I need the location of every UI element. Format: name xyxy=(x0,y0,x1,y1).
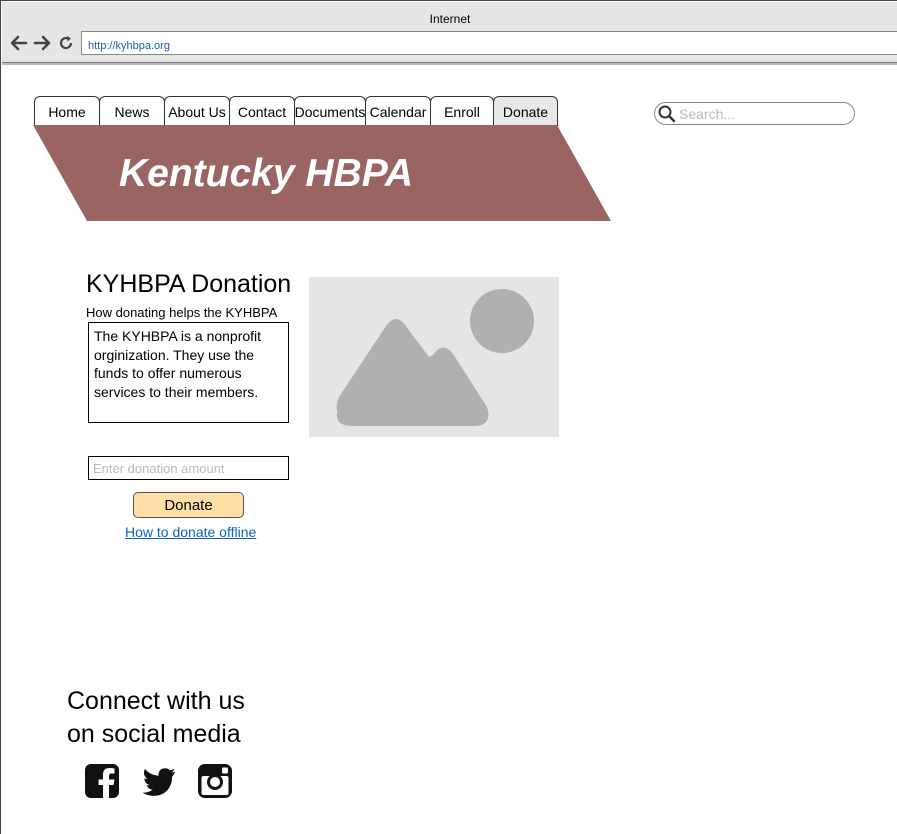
tab-label: Calendar xyxy=(369,103,427,120)
url-text: http://kyhbpa.org xyxy=(88,40,170,52)
social-heading: Connect with us on social media xyxy=(67,685,245,751)
social-heading-line1: Connect with us xyxy=(67,687,245,715)
tab-label: Home xyxy=(48,103,86,120)
tab-news[interactable]: News xyxy=(99,96,165,126)
tab-about-us[interactable]: About Us xyxy=(164,96,230,126)
browser-title: Internet xyxy=(429,12,471,26)
tab-home[interactable]: Home xyxy=(34,96,100,126)
forward-arrow-icon[interactable] xyxy=(33,33,51,53)
twitter-icon[interactable] xyxy=(141,763,177,799)
instagram-icon[interactable] xyxy=(197,763,233,799)
tab-enroll[interactable]: Enroll xyxy=(430,96,494,126)
search-box[interactable] xyxy=(654,102,855,125)
section-subheading: How donating helps the KYHBPA xyxy=(86,305,278,320)
image-placeholder xyxy=(309,277,559,437)
reload-icon[interactable] xyxy=(57,33,75,53)
back-arrow-icon[interactable] xyxy=(10,33,28,53)
tab-contact[interactable]: Contact xyxy=(229,96,295,126)
facebook-icon[interactable] xyxy=(84,763,120,799)
tab-label: Donate xyxy=(502,103,549,120)
tab-label: Documents xyxy=(294,103,366,120)
description-text: The KYHBPA is a nonprofit orginization. … xyxy=(88,322,289,423)
tab-label: Contact xyxy=(237,103,287,120)
toolbar-divider xyxy=(2,63,897,65)
tab-donate[interactable]: Donate xyxy=(493,96,558,126)
site-banner: Kentucky HBPA xyxy=(33,125,611,221)
tab-label: News xyxy=(114,103,150,120)
tab-label: About Us xyxy=(168,103,226,120)
social-heading-line2: on social media xyxy=(67,720,241,748)
donation-amount-input[interactable] xyxy=(88,456,289,480)
search-input[interactable] xyxy=(679,105,847,122)
donate-offline-link[interactable]: How to donate offline xyxy=(125,524,256,540)
address-bar[interactable]: http://kyhbpa.org xyxy=(81,31,897,55)
banner-title: Kentucky HBPA xyxy=(119,152,413,195)
donate-button[interactable]: Donate xyxy=(133,492,244,518)
tab-calendar[interactable]: Calendar xyxy=(365,96,431,126)
page-title: KYHBPA Donation xyxy=(86,270,292,298)
search-icon xyxy=(658,105,676,128)
tab-label: Enroll xyxy=(444,103,480,120)
browser-toolbar: Internet http://kyhbpa.org xyxy=(2,2,897,63)
tab-documents[interactable]: Documents xyxy=(294,96,366,126)
